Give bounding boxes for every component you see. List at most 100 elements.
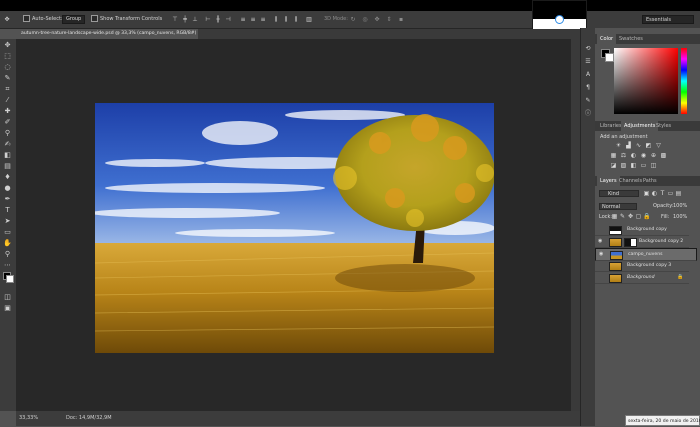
align-top-icon[interactable]: ⊤ [172, 16, 178, 23]
rectangle-tool-icon[interactable]: ▭ [3, 228, 12, 237]
blend-mode-dropdown[interactable]: Normal [599, 203, 637, 210]
lock-position-icon[interactable]: ✥ [627, 213, 634, 220]
vertical-scrollbar[interactable] [571, 39, 580, 411]
path-selection-tool-icon[interactable]: ➤ [3, 217, 12, 226]
opacity-value[interactable]: 100% [673, 203, 687, 209]
levels-icon[interactable]: ▟ [625, 142, 632, 149]
brush-presets-icon[interactable]: ✎ [584, 97, 592, 105]
paragraph-icon[interactable]: ¶ [584, 84, 592, 92]
background-color-swatch[interactable] [605, 53, 614, 62]
hue-saturation-icon[interactable]: ▦ [610, 152, 617, 159]
distribute-vcenter-icon[interactable]: ≡ [250, 16, 256, 23]
healing-brush-tool-icon[interactable]: ✚ [3, 107, 12, 116]
align-left-icon[interactable]: ⊢ [205, 16, 211, 23]
tab-color[interactable]: Color [597, 34, 617, 44]
eyedropper-tool-icon[interactable]: ⁄ [3, 96, 12, 105]
document-tab[interactable]: autumn-tree-nature-landscape-wide.psd @ … [16, 29, 198, 39]
gradient-tool-icon[interactable]: ▤ [3, 162, 12, 171]
vibrance-icon[interactable]: ▽ [655, 142, 662, 149]
align-bottom-icon[interactable]: ⊥ [192, 16, 198, 23]
tab-styles[interactable]: Styles [653, 121, 674, 131]
filter-type-icon[interactable]: T [659, 190, 666, 197]
distribute-right-icon[interactable]: ⫼ [293, 16, 299, 23]
align-right-icon[interactable]: ⊣ [225, 16, 231, 23]
layer-row[interactable]: ◉ Background copy 2 [595, 236, 689, 248]
clone-stamp-tool-icon[interactable]: ⚲ [3, 129, 12, 138]
3d-drag-icon[interactable]: ✥ [374, 16, 380, 23]
move-tool-icon[interactable]: ✥ [3, 41, 12, 50]
edit-toolbar-icon[interactable]: ⋯ [3, 261, 12, 270]
marquee-tool-icon[interactable]: ⬚ [3, 52, 12, 61]
layer-row[interactable]: Background copy [595, 224, 689, 236]
screen-mode-icon[interactable]: ▣ [3, 304, 12, 313]
lock-transparency-icon[interactable]: ▦ [611, 213, 618, 220]
tab-paths[interactable]: Paths [640, 176, 660, 186]
foreground-background-colors-icon[interactable] [3, 272, 14, 283]
zoom-tool-icon[interactable]: ⚲ [3, 250, 12, 259]
posterize-icon[interactable]: ▨ [620, 162, 627, 169]
filter-adjustment-icon[interactable]: ◐ [651, 190, 658, 197]
3d-scale-icon[interactable]: ▪ [398, 16, 404, 23]
invert-icon[interactable]: ◪ [610, 162, 617, 169]
auto-select-checkbox[interactable]: Auto-Select: [23, 15, 63, 23]
info-icon[interactable]: ⓘ [584, 110, 592, 118]
doc-info[interactable]: Doc: 14,9M/32,9M [66, 415, 112, 421]
channel-mixer-icon[interactable]: ⊕ [650, 152, 657, 159]
align-vcenter-icon[interactable]: ╪ [182, 16, 188, 23]
hand-tool-icon[interactable]: ✋ [3, 239, 12, 248]
pen-tool-icon[interactable]: ✒ [3, 195, 12, 204]
quick-selection-tool-icon[interactable]: ✎ [3, 74, 12, 83]
photo-filter-icon[interactable]: ◉ [640, 152, 647, 159]
distribute-bottom-icon[interactable]: ≡ [260, 16, 266, 23]
3d-rotate-icon[interactable]: ↻ [350, 16, 356, 23]
lock-all-icon[interactable]: 🔒 [643, 213, 650, 220]
properties-icon[interactable]: ☰ [584, 58, 592, 66]
distribute-hcenter-icon[interactable]: ⫼ [283, 16, 289, 23]
blur-tool-icon[interactable]: ♦ [3, 173, 12, 182]
distribute-top-icon[interactable]: ≡ [240, 16, 246, 23]
color-balance-icon[interactable]: ⚖ [620, 152, 627, 159]
tab-swatches[interactable]: Swatches [616, 34, 646, 44]
document-image[interactable] [95, 103, 494, 353]
brightness-contrast-icon[interactable]: ☀ [615, 142, 622, 149]
lock-pixels-icon[interactable]: ✎ [619, 213, 626, 220]
type-tool-icon[interactable]: T [3, 206, 12, 215]
filter-pixel-icon[interactable]: ▣ [643, 190, 650, 197]
move-tool-icon[interactable]: ✥ [4, 16, 10, 23]
crop-tool-icon[interactable]: ⌗ [3, 85, 12, 94]
layer-filter-kind[interactable]: Kind [599, 190, 639, 197]
eye-icon[interactable]: ◉ [598, 236, 603, 247]
zoom-level[interactable]: 33,33% [19, 415, 38, 421]
eraser-tool-icon[interactable]: ◧ [3, 151, 12, 160]
curves-icon[interactable]: ∿ [635, 142, 642, 149]
navigator-view-box[interactable] [555, 15, 564, 24]
lasso-tool-icon[interactable]: ◌ [3, 63, 12, 72]
black-white-icon[interactable]: ◐ [630, 152, 637, 159]
auto-align-icon[interactable]: ▥ [306, 16, 312, 23]
3d-slide-icon[interactable]: ⇕ [386, 16, 392, 23]
threshold-icon[interactable]: ◧ [630, 162, 637, 169]
layer-row[interactable]: Background 🔒 [595, 272, 689, 284]
dodge-tool-icon[interactable]: ● [3, 184, 12, 193]
color-lookup-icon[interactable]: ▩ [660, 152, 667, 159]
character-icon[interactable]: A [584, 71, 592, 79]
layer-row[interactable]: Background copy 3 [595, 260, 689, 272]
fill-value[interactable]: 100% [673, 214, 687, 220]
exposure-icon[interactable]: ◩ [645, 142, 652, 149]
brush-tool-icon[interactable]: ✐ [3, 118, 12, 127]
filter-smart-object-icon[interactable]: ▤ [675, 190, 682, 197]
gradient-map-icon[interactable]: ▭ [640, 162, 647, 169]
filter-shape-icon[interactable]: ▭ [667, 190, 674, 197]
selective-color-icon[interactable]: ◫ [650, 162, 657, 169]
history-brush-tool-icon[interactable]: ✍ [3, 140, 12, 149]
quick-mask-icon[interactable]: ◫ [3, 293, 12, 302]
auto-select-dropdown[interactable]: Group [62, 15, 86, 24]
align-hcenter-icon[interactable]: ╫ [215, 16, 221, 23]
workspace-dropdown[interactable]: Essentials [642, 15, 694, 24]
hue-slider[interactable] [681, 48, 687, 114]
show-transform-checkbox[interactable]: Show Transform Controls [91, 15, 162, 23]
history-icon[interactable]: ⟲ [584, 45, 592, 53]
distribute-left-icon[interactable]: ⫼ [273, 16, 279, 23]
3d-roll-icon[interactable]: ◎ [362, 16, 368, 23]
color-picker-field[interactable] [614, 48, 678, 114]
